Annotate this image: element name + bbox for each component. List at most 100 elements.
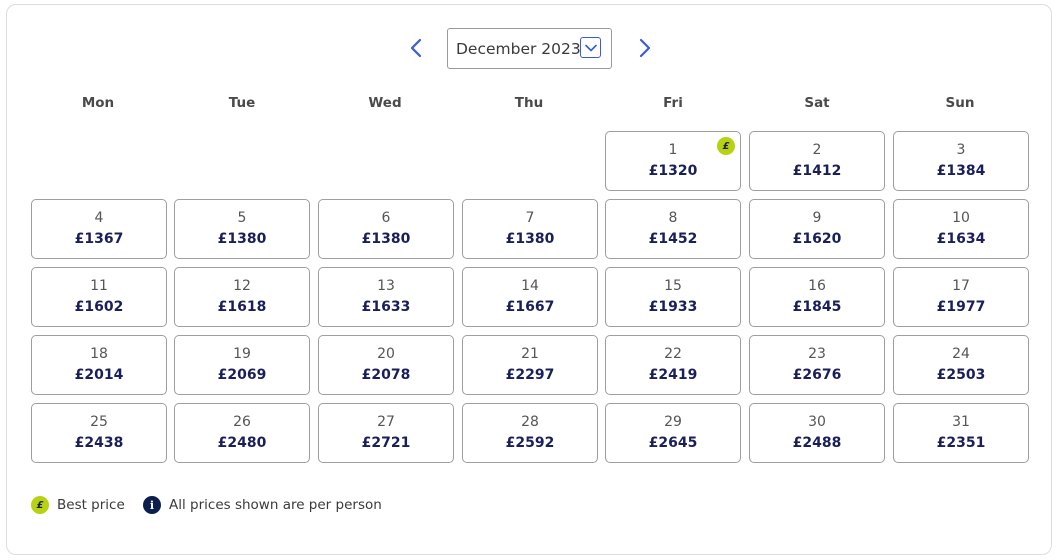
day-number: 7 — [525, 210, 535, 226]
day-cell[interactable]: 30 £2488 — [749, 403, 885, 463]
day-number: 4 — [94, 210, 104, 226]
day-number: 16 — [808, 278, 826, 294]
day-number: 2 — [812, 142, 822, 158]
day-price: £1412 — [792, 163, 842, 179]
day-price: £1367 — [74, 231, 124, 247]
day-number: 23 — [808, 346, 826, 362]
day-cell[interactable]: 13 £1633 — [318, 267, 454, 327]
day-cell[interactable]: 12 £1618 — [174, 267, 310, 327]
day-cell[interactable]: 3 £1384 — [893, 131, 1029, 191]
day-cell[interactable]: 2 £1412 — [749, 131, 885, 191]
prev-month-button[interactable] — [405, 36, 429, 60]
day-price: £1380 — [361, 231, 411, 247]
day-price: £2078 — [361, 367, 411, 383]
day-cell[interactable]: 23 £2676 — [749, 335, 885, 395]
day-price: £2721 — [361, 435, 411, 451]
day-cell[interactable]: 7 £1380 — [462, 199, 598, 259]
day-price: £2645 — [648, 435, 698, 451]
weekday-tue: Tue — [228, 95, 256, 111]
day-price: £1384 — [936, 163, 986, 179]
day-cell[interactable]: 25 £2438 — [31, 403, 167, 463]
day-price: £1634 — [936, 231, 986, 247]
weekday-thu: Thu — [514, 95, 544, 111]
day-cell[interactable]: 31 £2351 — [893, 403, 1029, 463]
chevron-down-icon — [584, 44, 597, 51]
day-cell[interactable]: 28 £2592 — [462, 403, 598, 463]
day-number: 11 — [90, 278, 108, 294]
day-cell[interactable]: 4 £1367 — [31, 199, 167, 259]
day-cell[interactable]: 10 £1634 — [893, 199, 1029, 259]
day-cell[interactable]: 27 £2721 — [318, 403, 454, 463]
day-price: £1633 — [361, 299, 411, 315]
dropdown-toggle[interactable] — [580, 37, 601, 58]
day-price: £1977 — [936, 299, 986, 315]
day-price: £2503 — [936, 367, 986, 383]
day-price: £2438 — [74, 435, 124, 451]
day-number: 9 — [812, 210, 822, 226]
day-number: 15 — [664, 278, 682, 294]
day-cell[interactable]: 21 £2297 — [462, 335, 598, 395]
day-cell[interactable]: 17 £1977 — [893, 267, 1029, 327]
weekday-wed: Wed — [368, 95, 402, 111]
day-cell[interactable]: 16 £1845 — [749, 267, 885, 327]
day-number: 5 — [237, 210, 247, 226]
day-number: 28 — [521, 414, 539, 430]
day-number: 31 — [952, 414, 970, 430]
info-icon: i — [143, 496, 161, 514]
day-cell[interactable]: 20 £2078 — [318, 335, 454, 395]
weekday-mon: Mon — [81, 95, 115, 111]
day-number: 10 — [952, 210, 970, 226]
day-cell[interactable]: 24 £2503 — [893, 335, 1029, 395]
day-price: £1933 — [648, 299, 698, 315]
weekday-fri: Fri — [663, 95, 683, 111]
day-cell[interactable]: 19 £2069 — [174, 335, 310, 395]
day-price: £1667 — [505, 299, 555, 315]
day-price: £1452 — [648, 231, 698, 247]
day-cell[interactable]: 26 £2480 — [174, 403, 310, 463]
day-price: £2351 — [936, 435, 986, 451]
day-number: 8 — [668, 210, 678, 226]
chevron-right-icon — [639, 38, 651, 58]
day-number: 25 — [90, 414, 108, 430]
day-number: 24 — [952, 346, 970, 362]
day-cell[interactable]: 14 £1667 — [462, 267, 598, 327]
day-cell[interactable]: 18 £2014 — [31, 335, 167, 395]
day-number: 27 — [377, 414, 395, 430]
day-number: 19 — [233, 346, 251, 362]
day-number: 22 — [664, 346, 682, 362]
best-price-legend-icon: £ — [31, 496, 49, 514]
day-price: £2480 — [217, 435, 267, 451]
day-cell[interactable]: 29 £2645 — [605, 403, 741, 463]
day-cell[interactable]: 9 £1620 — [749, 199, 885, 259]
day-price: £1845 — [792, 299, 842, 315]
day-price: £1380 — [505, 231, 555, 247]
day-cell[interactable]: 5 £1380 — [174, 199, 310, 259]
best-price-legend-label: Best price — [57, 497, 125, 513]
month-select[interactable]: December 2023 — [447, 28, 612, 69]
day-cell[interactable]: 15 £1933 — [605, 267, 741, 327]
weekday-sat: Sat — [804, 95, 830, 111]
day-number: 26 — [233, 414, 251, 430]
best-price-badge-icon: £ — [717, 137, 735, 155]
next-month-button[interactable] — [632, 36, 656, 60]
day-number: 20 — [377, 346, 395, 362]
day-price: £2297 — [505, 367, 555, 383]
day-cell[interactable]: 22 £2419 — [605, 335, 741, 395]
day-price: £1620 — [792, 231, 842, 247]
day-cell[interactable]: 1 £1320 £ — [605, 131, 741, 191]
weekday-sun: Sun — [945, 95, 975, 111]
day-number: 12 — [233, 278, 251, 294]
day-price: £2488 — [792, 435, 842, 451]
day-number: 18 — [90, 346, 108, 362]
day-price: £1618 — [217, 299, 267, 315]
day-number: 14 — [521, 278, 539, 294]
day-number: 29 — [664, 414, 682, 430]
day-price: £2419 — [648, 367, 698, 383]
day-cell[interactable]: 11 £1602 — [31, 267, 167, 327]
day-number: 13 — [377, 278, 395, 294]
day-price: £1320 — [648, 163, 698, 179]
day-price: £1380 — [217, 231, 267, 247]
day-cell[interactable]: 6 £1380 — [318, 199, 454, 259]
day-price: £2592 — [505, 435, 555, 451]
day-cell[interactable]: 8 £1452 — [605, 199, 741, 259]
